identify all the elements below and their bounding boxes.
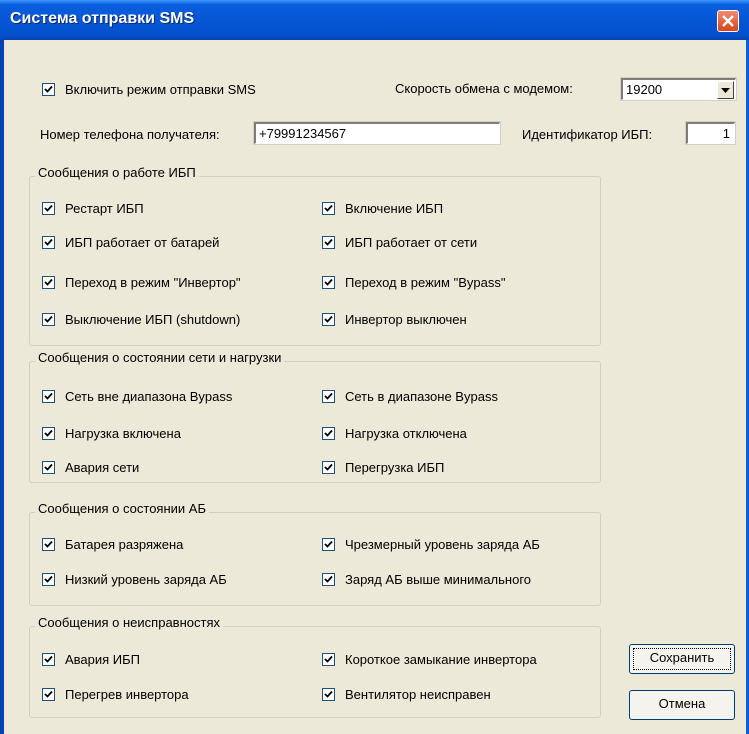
- phone-input[interactable]: +79991234567: [253, 121, 501, 145]
- checkbox-label: Нагрузка включена: [65, 425, 181, 441]
- modem-speed-label: Скорость обмена с модемом:: [395, 81, 573, 96]
- checkbox-label: Выключение ИБП (shutdown): [65, 311, 241, 327]
- checkbox-battery-overcharge[interactable]: Чрезмерный уровень заряда АБ: [322, 536, 540, 552]
- group-battery-title: Сообщения о состоянии АБ: [35, 501, 209, 516]
- checkbox-shutdown[interactable]: Выключение ИБП (shutdown): [42, 311, 240, 327]
- dropdown-button[interactable]: [717, 81, 734, 99]
- checkbox-label: Инвертор выключен: [345, 311, 467, 327]
- checkbox-mains-failure[interactable]: Авария сети: [42, 459, 139, 475]
- group-faults-title: Сообщения о неисправностях: [35, 615, 223, 630]
- checkbox-mains-out-bypass[interactable]: Сеть вне диапазона Bypass: [42, 388, 232, 404]
- phone-value: +79991234567: [259, 126, 347, 141]
- cancel-button[interactable]: Отмена: [629, 690, 735, 720]
- checkbox-on-battery[interactable]: ИБП работает от батарей: [42, 234, 219, 250]
- checkbox-fan-fault[interactable]: Вентилятор неисправен: [322, 686, 491, 702]
- checkbox-box[interactable]: [322, 235, 335, 249]
- checkbox-inverter-overheat[interactable]: Перегрев инвертора: [42, 686, 189, 702]
- checkbox-box[interactable]: [322, 460, 335, 474]
- checkbox-label: Вентилятор неисправен: [345, 686, 491, 702]
- window-border-left: [0, 40, 4, 734]
- checkbox-label: Заряд АБ выше минимального: [345, 571, 531, 587]
- checkbox-label: Переход в режим "Инвертор": [65, 274, 241, 290]
- checkbox-box[interactable]: [322, 312, 335, 326]
- cancel-button-label: Отмена: [658, 696, 706, 711]
- checkbox-overload[interactable]: Перегрузка ИБП: [322, 459, 444, 475]
- enable-sms-checkbox[interactable]: Включить режим отправки SMS: [42, 81, 256, 97]
- checkbox-battery-discharged[interactable]: Батарея разряжена: [42, 536, 183, 552]
- focus-ring: [633, 648, 731, 670]
- checkbox-box[interactable]: [322, 201, 335, 215]
- checkbox-box[interactable]: [42, 312, 55, 326]
- checkbox-label: Авария ИБП: [65, 651, 141, 667]
- checkbox-box[interactable]: [42, 687, 55, 701]
- modem-speed-value: 19200: [626, 82, 663, 97]
- checkbox-box[interactable]: [42, 201, 55, 215]
- checkbox-box[interactable]: [322, 426, 335, 440]
- checkbox-box[interactable]: [42, 572, 55, 586]
- checkbox-label: Чрезмерный уровень заряда АБ: [345, 536, 540, 552]
- checkbox-on-mains[interactable]: ИБП работает от сети: [322, 234, 477, 250]
- checkbox-label: Короткое замыкание инвертора: [345, 651, 537, 667]
- checkbox-label: Перегрузка ИБП: [345, 459, 445, 475]
- checkbox-label: Низкий уровень заряда АБ: [65, 571, 227, 587]
- checkbox-box[interactable]: [42, 652, 55, 666]
- checkbox-box[interactable]: [322, 389, 335, 403]
- checkbox-box[interactable]: [42, 460, 55, 474]
- checkbox-box[interactable]: [42, 426, 55, 440]
- checkbox-label: Включение ИБП: [345, 200, 444, 216]
- checkbox-ups-on[interactable]: Включение ИБП: [322, 200, 443, 216]
- window-title: Система отправки SMS: [10, 10, 195, 27]
- checkbox-label: Перегрев инвертора: [65, 686, 189, 702]
- phone-label: Номер телефона получателя:: [40, 127, 220, 142]
- checkbox-inverter-short[interactable]: Короткое замыкание инвертора: [322, 651, 537, 667]
- checkbox-load-on[interactable]: Нагрузка включена: [42, 425, 181, 441]
- checkbox-label: ИБП работает от сети: [345, 234, 478, 250]
- checkbox-label: ИБП работает от батарей: [65, 234, 220, 250]
- checkbox-label: Нагрузка отключена: [345, 425, 467, 441]
- checkbox-bypass-mode[interactable]: Переход в режим "Bypass": [322, 274, 505, 290]
- checkbox-box[interactable]: [42, 537, 55, 551]
- checkbox-box[interactable]: [322, 687, 335, 701]
- group-battery: [29, 512, 601, 606]
- checkbox-restart-ups[interactable]: Рестарт ИБП: [42, 200, 144, 216]
- checkbox-label: Переход в режим "Bypass": [345, 274, 506, 290]
- checkbox-box[interactable]: [42, 389, 55, 403]
- group-faults: [29, 626, 601, 718]
- close-button[interactable]: [717, 10, 739, 32]
- checkbox-ups-failure[interactable]: Авария ИБП: [42, 651, 140, 667]
- checkbox-battery-above-min[interactable]: Заряд АБ выше минимального: [322, 571, 531, 587]
- checkbox-label: Авария сети: [65, 459, 140, 475]
- save-button[interactable]: Сохранить: [629, 644, 735, 674]
- checkbox-label: Сеть в диапазоне Bypass: [345, 388, 498, 404]
- checkbox-mains-in-bypass[interactable]: Сеть в диапазоне Bypass: [322, 388, 498, 404]
- checkbox-load-off[interactable]: Нагрузка отключена: [322, 425, 467, 441]
- checkbox-box[interactable]: [42, 275, 55, 289]
- ups-id-input[interactable]: 1: [685, 121, 736, 145]
- checkbox-box[interactable]: [322, 652, 335, 666]
- group-ups-operation-title: Сообщения о работе ИБП: [35, 165, 199, 180]
- checkbox-label: Сеть вне диапазона Bypass: [65, 388, 233, 404]
- checkbox-box[interactable]: [322, 572, 335, 586]
- ups-id-label: Идентификатор ИБП:: [522, 127, 653, 142]
- modem-speed-select[interactable]: 19200: [620, 77, 737, 101]
- sms-settings-dialog: Система отправки SMS Включить режим отпр…: [0, 0, 749, 734]
- checkbox-label: Батарея разряжена: [65, 536, 184, 552]
- ups-id-value: 1: [722, 126, 730, 141]
- checkbox-box[interactable]: [42, 82, 55, 96]
- checkbox-box[interactable]: [42, 235, 55, 249]
- checkbox-battery-low[interactable]: Низкий уровень заряда АБ: [42, 571, 227, 587]
- group-mains-load-title: Сообщения о состоянии сети и нагрузки: [35, 350, 285, 365]
- checkbox-inverter-off[interactable]: Инвертор выключен: [322, 311, 467, 327]
- checkbox-box[interactable]: [322, 537, 335, 551]
- checkbox-label: Рестарт ИБП: [65, 200, 144, 216]
- enable-sms-label: Включить режим отправки SMS: [65, 81, 256, 97]
- title-bar[interactable]: Система отправки SMS: [0, 0, 749, 40]
- checkbox-box[interactable]: [322, 275, 335, 289]
- checkbox-inverter-mode[interactable]: Переход в режим "Инвертор": [42, 274, 241, 290]
